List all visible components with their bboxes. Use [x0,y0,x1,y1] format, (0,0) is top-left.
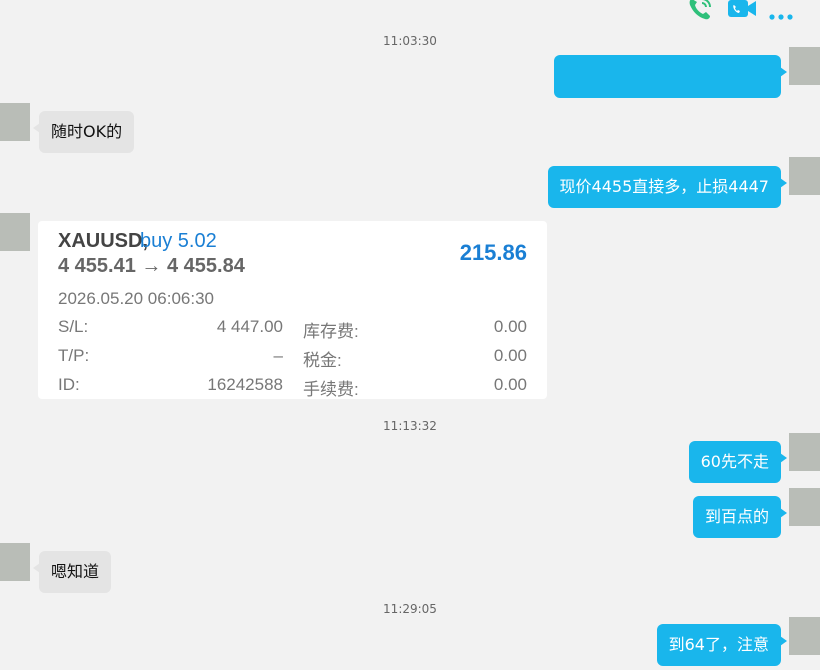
tax-value: 0.00 [493,346,527,365]
fee-value: 0.00 [493,375,527,394]
message-timestamp: 11:29:05 [383,602,437,616]
id-value: 16242588 [207,375,283,394]
message-text: 到百点的 [704,507,769,526]
video-call-icon[interactable] [726,0,758,26]
trade-profit: 215.86 [459,240,527,265]
trade-symbol: XAUUSD, [58,230,149,252]
message-text: 随时OK的 [51,122,123,141]
trade-datetime: 2026.05.20 06:06:30 [58,289,214,308]
chat-toolbar [680,0,820,20]
phone-call-icon[interactable] [686,0,716,26]
swap-label: 库存费: [303,322,359,341]
sl-label: S/L: [58,317,89,336]
message-text: 嗯知道 [51,562,100,581]
avatar[interactable] [0,213,30,251]
message-bubble-outgoing[interactable]: 到百点的 [692,496,788,538]
message-bubble-incoming[interactable]: 随时OK的 [32,111,135,153]
message-timestamp: 11:13:32 [383,419,437,433]
message-text: 到64了，注意 [668,635,769,654]
sl-value: 4 447.00 [216,317,283,336]
tax-label: 税金: [303,351,342,370]
avatar[interactable] [0,543,30,581]
message-text: 60先不走 [700,452,769,471]
message-text: 现价4455直接多，止损4447 [559,177,769,196]
avatar[interactable] [0,103,30,141]
avatar[interactable] [789,433,820,471]
message-timestamp: 11:03:30 [383,34,437,48]
id-label: ID: [58,375,80,394]
message-bubble-outgoing[interactable]: 60先不走 [688,441,788,483]
message-bubble-outgoing[interactable]: 现价4455直接多，止损4447 [547,166,788,208]
trade-card[interactable]: XAUUSD, buy 5.02 4 455.41 → 4 455.84 215… [38,221,547,399]
avatar[interactable] [789,47,820,85]
swap-value: 0.00 [493,317,527,336]
message-bubble-outgoing[interactable]: 到64了，注意 [656,624,788,666]
fee-label: 手续费: [303,380,359,399]
tp-value: – [273,346,283,365]
avatar[interactable] [789,488,820,526]
avatar[interactable] [789,617,820,655]
trade-side: buy 5.02 [140,230,217,252]
avatar[interactable] [789,157,820,195]
message-bubble-outgoing[interactable] [554,55,787,98]
trade-prices: 4 455.41 → 4 455.84 [58,255,245,277]
more-icon[interactable] [768,6,794,25]
tp-label: T/P: [58,346,90,365]
message-bubble-incoming[interactable]: 嗯知道 [32,551,112,593]
